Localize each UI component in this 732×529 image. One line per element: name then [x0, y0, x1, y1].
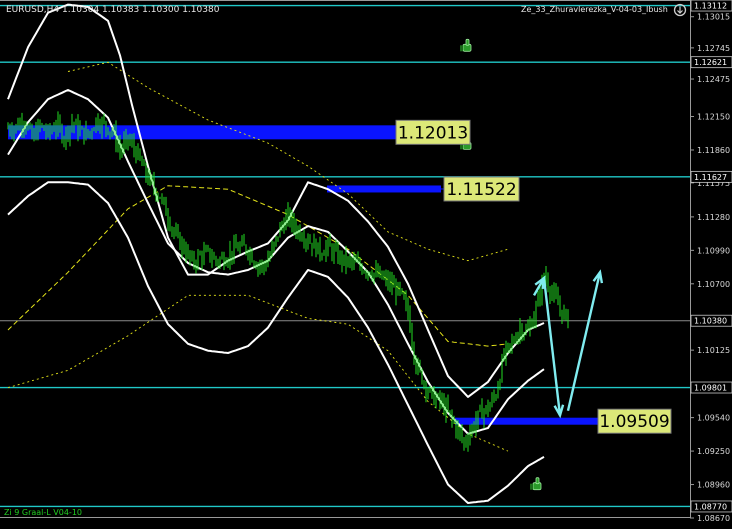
thumb-cuff — [460, 45, 463, 52]
price-tick-label: 1.10990 — [697, 246, 730, 255]
price-tick-label: 1.12150 — [697, 113, 730, 122]
price-tick-label: 1.12745 — [697, 44, 730, 53]
price-tick-label: 1.10125 — [697, 346, 730, 355]
thumb-finger — [465, 38, 470, 46]
zone-label: 1.12013 — [398, 123, 468, 143]
price-highlight-label: 1.09801 — [694, 384, 727, 393]
price-tick-label: 1.12475 — [697, 75, 730, 84]
thumb-finger — [535, 477, 540, 485]
price-tick-label: 1.11860 — [697, 146, 730, 155]
indicator-name: Ze_33_Zhuravlerezka_V-04-03_Ibush — [521, 5, 668, 14]
price-tick-label: 1.13015 — [697, 13, 730, 22]
price-tick-label: 1.10700 — [697, 280, 730, 289]
price-highlight-label: 1.10380 — [694, 317, 727, 326]
price-highlight-label: 1.11627 — [694, 173, 727, 182]
thumb-cuff — [530, 483, 533, 490]
price-chart[interactable]: 1.12013 1.11522 1.09509 1.13015 1.12745 1.12… — [0, 0, 732, 525]
symbol-info: EURUSD,H4 1.10304 1.10383 1.10300 1.1038… — [6, 5, 220, 15]
price-tick-label: 1.08670 — [697, 514, 730, 523]
zone-label: 1.09509 — [599, 412, 669, 432]
price-tick-label: 1.09250 — [697, 447, 730, 456]
price-highlight-label: 1.13112 — [694, 2, 727, 11]
price-tick-label: 1.11280 — [697, 213, 730, 222]
chart-window[interactable]: 1.12013 1.11522 1.09509 1.13015 1.12745 1.12… — [0, 0, 732, 525]
price-tick-label: 1.09540 — [697, 414, 730, 423]
footer-indicator-label: Zi 9 Graal-L V04-10 — [4, 508, 82, 517]
price-highlight-label: 1.12621 — [694, 58, 727, 67]
zone-label: 1.11522 — [446, 180, 516, 200]
price-tick-label: 1.08960 — [697, 481, 730, 490]
price-highlight-label: 1.08770 — [694, 502, 727, 511]
